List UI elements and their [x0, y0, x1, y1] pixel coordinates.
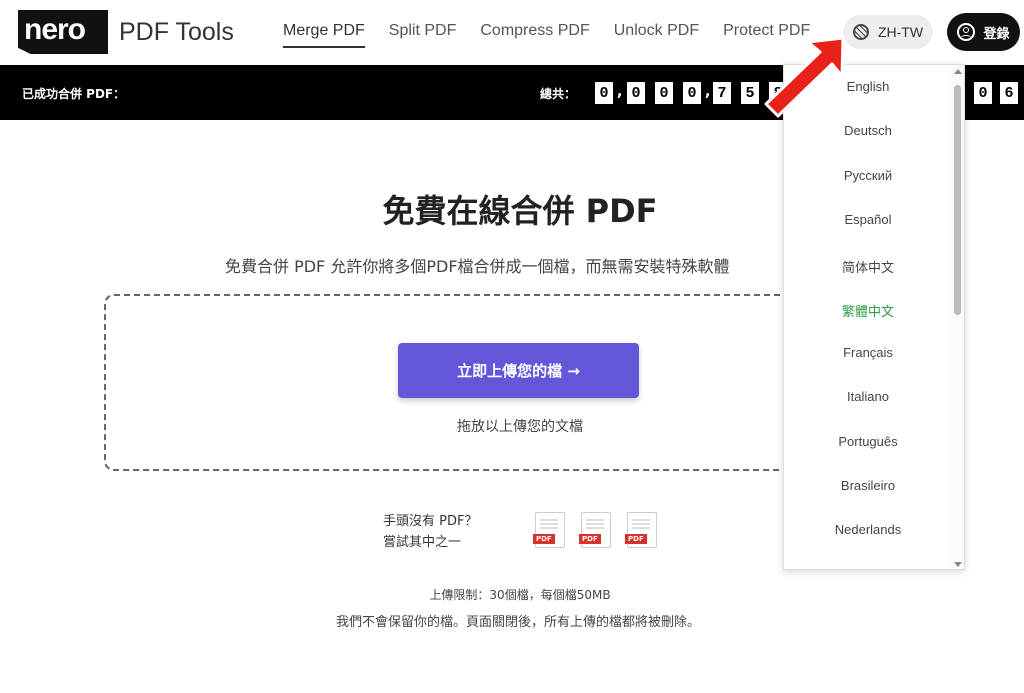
- language-option-traditional-chinese[interactable]: 繁體中文: [784, 301, 952, 320]
- nav-compress-pdf[interactable]: Compress PDF: [480, 22, 589, 48]
- annotation-arrow-icon: [764, 36, 845, 118]
- login-button[interactable]: 登錄: [947, 13, 1020, 51]
- sample-pdf-icon[interactable]: PDF: [579, 512, 611, 548]
- sample-pdf-icon[interactable]: PDF: [533, 512, 565, 548]
- pdf-badge: PDF: [625, 534, 647, 544]
- nav-split-pdf[interactable]: Split PDF: [389, 22, 457, 48]
- language-button-label: ZH-TW: [877, 24, 924, 40]
- main-nav: Merge PDF Split PDF Compress PDF Unlock …: [283, 22, 834, 48]
- app-name: PDF Tools: [119, 17, 234, 46]
- no-pdf-line: 嘗試其中之一: [383, 535, 462, 550]
- language-option-french[interactable]: Français: [784, 345, 952, 360]
- counter-digit: 7: [713, 82, 731, 104]
- nav-unlock-pdf[interactable]: Unlock PDF: [614, 22, 699, 48]
- counter-digit: 6: [1000, 82, 1018, 104]
- language-option-italian[interactable]: Italiano: [784, 389, 952, 404]
- counter-digit: 5: [741, 82, 759, 104]
- merged-count-label: 已成功合併 PDF：: [22, 87, 126, 101]
- scroll-thumb[interactable]: [954, 85, 961, 315]
- privacy-notice: 我們不會保留你的檔。頁面關閉後，所有上傳的檔都將被刪除。: [335, 615, 700, 630]
- sample-pdf-icon[interactable]: PDF: [625, 512, 657, 548]
- counter-separator: ,: [617, 84, 623, 100]
- total-label: 總共：: [540, 87, 577, 101]
- nero-logo: nero: [18, 10, 108, 54]
- header: nero PDF Tools Merge PDF Split PDF Compr…: [0, 0, 1024, 64]
- counter-digit: 0: [595, 82, 613, 104]
- counter-digit: 0: [655, 82, 673, 104]
- pdf-badge: PDF: [533, 534, 555, 544]
- pdf-badge: PDF: [579, 534, 601, 544]
- logo-text: nero: [24, 13, 86, 46]
- counter-digit: 0: [974, 82, 992, 104]
- logo[interactable]: nero PDF Tools: [18, 10, 234, 54]
- page-subtitle: 免費合併 PDF 允許你將多個PDF檔合併成一個檔，而無需安裝特殊軟體: [225, 257, 730, 276]
- no-pdf-text: 手頭沒有 PDF？ 嘗試其中之一: [383, 511, 477, 553]
- language-option-brazilian[interactable]: Brasileiro: [784, 478, 952, 493]
- scroll-up-icon[interactable]: [954, 69, 962, 74]
- counter-digit: 0: [683, 82, 701, 104]
- upload-button[interactable]: 立即上傳您的檔 →: [398, 343, 639, 398]
- no-pdf-line: 手頭沒有 PDF？: [383, 514, 478, 529]
- scroll-down-icon[interactable]: [954, 562, 962, 567]
- counter-digit: 0: [627, 82, 645, 104]
- language-option-dutch[interactable]: Nederlands: [784, 522, 952, 537]
- counter-separator: ,: [705, 84, 711, 100]
- login-label: 登錄: [983, 26, 1010, 42]
- nav-merge-pdf[interactable]: Merge PDF: [283, 22, 365, 48]
- dropdown-scrollbar[interactable]: [951, 65, 964, 569]
- language-option-spanish[interactable]: Español: [784, 212, 952, 227]
- language-option-russian[interactable]: Русский: [784, 168, 952, 183]
- language-option-portuguese[interactable]: Português: [784, 434, 952, 449]
- user-icon: [957, 23, 976, 41]
- language-dropdown[interactable]: English Deutsch Русский Español 简体中文 繁體中…: [783, 64, 965, 570]
- upload-limits: 上傳限制：30個檔，每個檔50MB: [429, 588, 611, 602]
- language-option-simplified-chinese[interactable]: 简体中文: [784, 257, 952, 276]
